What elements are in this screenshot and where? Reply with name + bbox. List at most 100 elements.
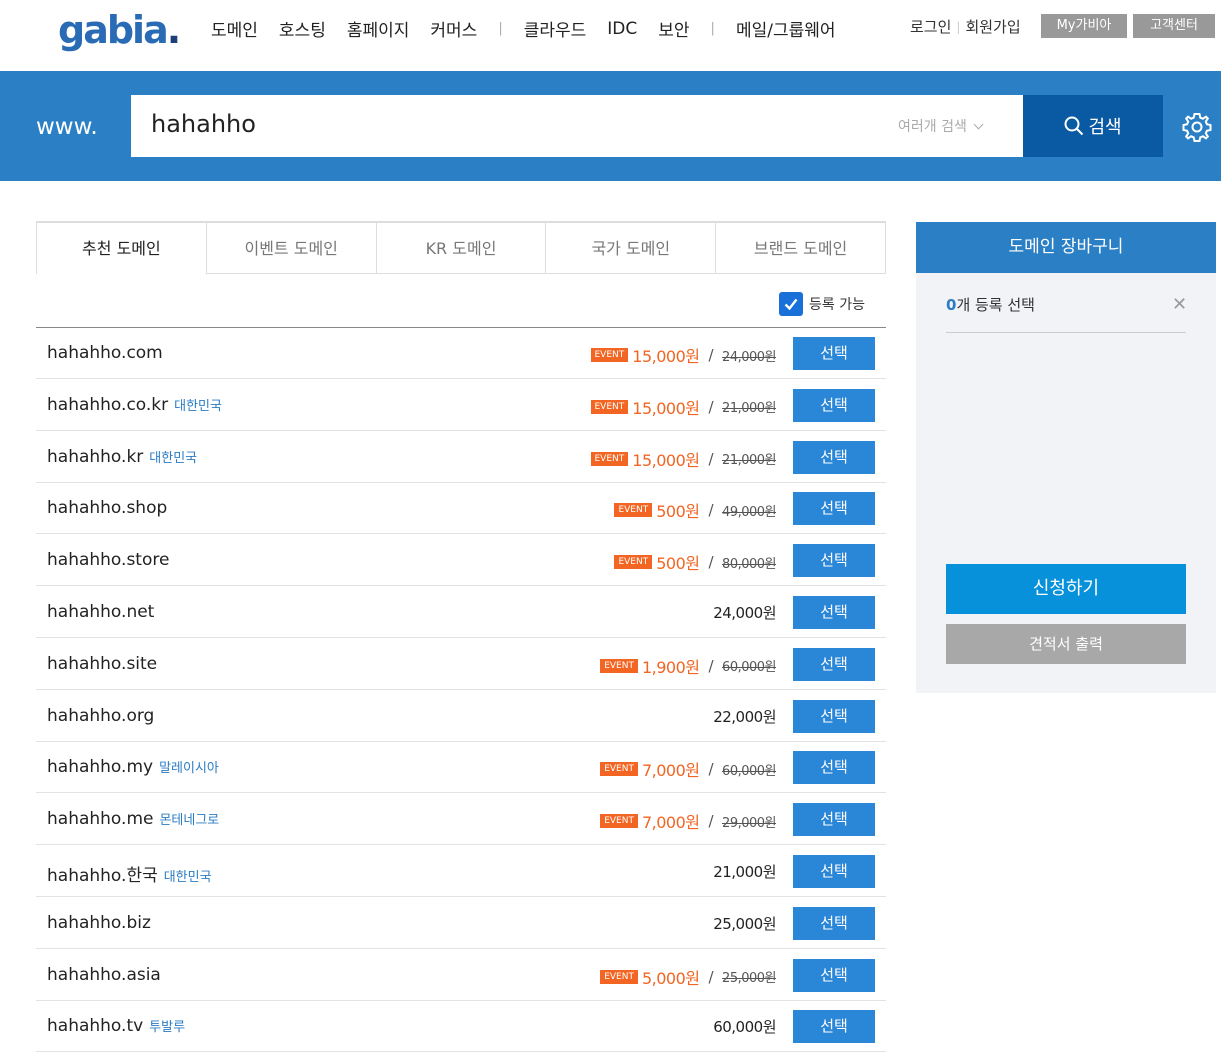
search-query[interactable]: hahahho (151, 110, 256, 138)
domain-price: 24,000원 (713, 602, 776, 623)
event-price: 7,000원 (641, 813, 700, 833)
search-button[interactable]: 검색 (1023, 95, 1163, 157)
nav-commerce[interactable]: 커머스 (430, 16, 477, 41)
original-price: 21,000원 (722, 401, 776, 417)
domain-price: EVENT 500원 / 80,000원 (614, 550, 776, 574)
domain-row: hahahho.org 22,000원 선택 (36, 690, 886, 742)
domain-country: 투발루 (149, 1020, 186, 1036)
event-badge: EVENT (614, 503, 653, 518)
tab-event[interactable]: 이벤트 도메인 (205, 223, 376, 274)
apply-button[interactable]: 신청하기 (946, 564, 1186, 614)
domain-name-cell: hahahho.asia (47, 965, 161, 985)
original-price: 21,000원 (722, 453, 776, 469)
select-button[interactable]: 선택 (793, 958, 875, 992)
domain-tabs: 추천 도메인 이벤트 도메인 KR 도메인 국가 도메인 브랜드 도메인 (36, 221, 886, 274)
domain-row: hahahho.kr 대한민국 EVENT 15,000원 / 21,000원 선택 (36, 431, 886, 483)
util-divider: | (956, 19, 961, 34)
event-badge: EVENT (590, 451, 629, 466)
print-quote-button[interactable]: 견적서 출력 (946, 624, 1186, 664)
tab-recommended[interactable]: 추천 도메인 (36, 223, 206, 274)
domain-row: hahahho.site EVENT 1,900원 / 60,000원 선택 (36, 638, 886, 690)
price-separator: / (708, 346, 714, 364)
domain-row: hahahho.shop EVENT 500원 / 49,000원 선택 (36, 482, 886, 535)
domain-name-cell: hahahho.store (47, 550, 169, 570)
event-price: 15,000원 (632, 398, 700, 418)
domain-name-cell: hahahho.biz (47, 913, 151, 933)
domain-price: EVENT 15,000원 / 21,000원 (590, 447, 776, 471)
select-button[interactable]: 선택 (793, 1010, 875, 1044)
domain-name: hahahho.asia (47, 964, 161, 985)
domain-name-cell: hahahho.my 말레이시아 (47, 757, 219, 777)
nav-homepage[interactable]: 홈페이지 (347, 16, 410, 41)
login-link[interactable]: 로그인 (910, 16, 951, 37)
multi-search-label: 여러개 검색 (898, 119, 967, 135)
original-price: 60,000원 (722, 660, 776, 676)
select-button[interactable]: 선택 (793, 647, 875, 681)
domain-name: hahahho.store (47, 550, 170, 571)
select-button[interactable]: 선택 (793, 544, 875, 578)
nav-idc[interactable]: IDC (607, 19, 637, 39)
price-separator: / (708, 967, 714, 986)
domain-price: EVENT 15,000원 / 24,000원 (590, 343, 776, 367)
customer-center-button[interactable]: 고객센터 (1133, 14, 1215, 38)
close-icon[interactable]: ✕ (1172, 294, 1187, 315)
nav-security[interactable]: 보안 (658, 16, 689, 41)
multi-search-dropdown[interactable]: 여러개 검색 (898, 116, 984, 136)
domain-price: EVENT 7,000원 / 60,000원 (600, 757, 776, 781)
event-badge: EVENT (590, 399, 629, 414)
domain-price: EVENT 5,000원 / 25,000원 (600, 965, 776, 989)
domain-name-cell: hahahho.org (47, 706, 154, 726)
price-separator: / (708, 501, 714, 520)
logo-text: gabia (58, 8, 169, 52)
domain-country: 대한민국 (163, 870, 212, 885)
domain-name: hahahho.biz (47, 912, 151, 933)
select-button[interactable]: 선택 (793, 855, 875, 888)
domain-name-cell: hahahho.shop (47, 498, 167, 518)
domain-price: EVENT 1,900원 / 60,000원 (600, 654, 776, 678)
select-button[interactable]: 선택 (793, 388, 875, 422)
select-button[interactable]: 선택 (793, 906, 875, 940)
my-gabia-button[interactable]: My가비아 (1041, 14, 1127, 38)
domain-name: hahahho.my (47, 757, 154, 778)
nav-cloud[interactable]: 클라우드 (524, 16, 587, 41)
cart-count-number: 0 (946, 296, 957, 314)
cart-divider (946, 332, 1186, 333)
main-menu: 도메인 호스팅 홈페이지 커머스 | 클라우드 IDC 보안 | 메일/그룹웨어 (211, 16, 857, 42)
nav-hosting[interactable]: 호스팅 (279, 16, 326, 41)
domain-row: hahahho.store EVENT 500원 / 80,000원 선택 (36, 534, 886, 587)
select-button[interactable]: 선택 (793, 596, 875, 629)
available-checkbox[interactable] (779, 292, 803, 316)
domain-name: hahahho.net (47, 602, 155, 622)
regular-price: 24,000원 (713, 604, 776, 622)
domain-row: hahahho.asia EVENT 5,000원 / 25,000원 선택 (36, 949, 886, 1001)
domain-row: hahahho.tv 투발루 60,000원 선택 (36, 1000, 886, 1052)
signup-link[interactable]: 회원가입 (965, 16, 1020, 37)
domain-price: 25,000원 (713, 913, 776, 934)
select-button[interactable]: 선택 (793, 803, 875, 837)
select-button[interactable]: 선택 (793, 440, 875, 474)
domain-name-cell: hahahho.kr 대한민국 (47, 447, 197, 467)
price-separator: / (708, 812, 714, 831)
event-price: 15,000원 (632, 450, 700, 470)
event-price: 5,000원 (641, 968, 700, 988)
tab-country[interactable]: 국가 도메인 (545, 223, 716, 274)
domain-row: hahahho.net 24,000원 선택 (36, 586, 886, 638)
tab-brand[interactable]: 브랜드 도메인 (715, 223, 886, 274)
tab-kr[interactable]: KR 도메인 (375, 223, 546, 274)
event-price: 15,000원 (632, 347, 700, 366)
nav-domain[interactable]: 도메인 (211, 16, 258, 41)
domain-search-input[interactable]: hahahho 여러개 검색 (131, 95, 1023, 157)
regular-price: 60,000원 (713, 1018, 776, 1037)
select-button[interactable]: 선택 (793, 699, 875, 733)
available-filter[interactable]: 등록 가능 (779, 292, 865, 316)
select-button[interactable]: 선택 (793, 337, 875, 370)
event-price: 1,900원 (641, 657, 700, 677)
nav-mail-groupware[interactable]: 메일/그룹웨어 (736, 16, 836, 41)
regular-price: 22,000원 (713, 707, 776, 726)
gabia-logo[interactable]: gabia. (58, 8, 181, 52)
select-button[interactable]: 선택 (793, 751, 875, 785)
price-separator: / (708, 760, 714, 779)
gear-icon[interactable] (1181, 111, 1213, 143)
domain-row: hahahho.me 몬테네그로 EVENT 7,000원 / 29,000원 선택 (36, 793, 886, 846)
select-button[interactable]: 선택 (793, 492, 875, 526)
